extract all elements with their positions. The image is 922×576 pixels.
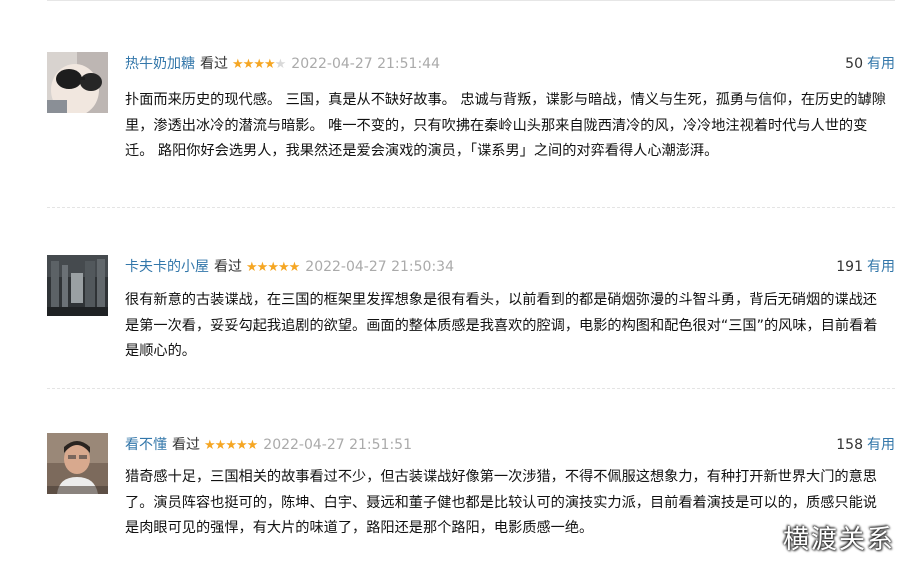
avatar-photo-sunglasses (47, 52, 108, 113)
vote-area: 50 有用 (845, 54, 895, 74)
star-filled-icon: ★ (267, 260, 279, 275)
star-filled-icon: ★ (256, 260, 269, 275)
vote-count: 158 (836, 437, 863, 453)
star-filled-icon: ★ (253, 57, 265, 72)
comment-text: 猎奇感十足，三国相关的故事看过不少，但古装谍战好像第一次涉猎，不得不佩服这想象力… (125, 469, 877, 536)
avatar[interactable] (47, 52, 108, 113)
comment-time: 2022-04-27 21:51:51 (263, 437, 412, 453)
avatar-photo-library (47, 255, 108, 316)
comment-item: 卡夫卡的小屋 看过 ★★★★★ 2022-04-27 21:50:34 191 有用 很… (47, 255, 895, 395)
top-divider (47, 0, 895, 1)
vote-area: 158 有用 (836, 435, 895, 455)
vote-count: 50 (845, 56, 863, 72)
comment-text: 很有新意的古装谍战，在三国的框架里发挥想象是很有看头，以前看到的都是硝烟弥漫的斗… (125, 292, 878, 359)
rating-stars: ★★★★★ (232, 55, 287, 75)
avatar-photo-man (47, 433, 108, 494)
star-filled-icon: ★ (263, 57, 276, 72)
comment-meta: 热牛奶加糖 看过 ★★★★★ 2022-04-27 21:51:44 (125, 54, 440, 74)
star-filled-icon: ★ (246, 438, 259, 453)
comment-time: 2022-04-27 21:50:34 (305, 259, 454, 275)
comment-item: 看不懂 看过 ★★★★★ 2022-04-27 21:51:51 158 有用 猎奇感十… (47, 433, 895, 576)
vote-count: 191 (836, 259, 863, 275)
avatar[interactable] (47, 433, 108, 494)
comment-meta: 卡夫卡的小屋 看过 ★★★★★ 2022-04-27 21:50:34 (125, 257, 454, 277)
rating-stars: ★★★★★ (246, 258, 301, 278)
watch-status: 看过 (172, 437, 200, 453)
star-empty-icon: ★ (274, 57, 287, 72)
star-filled-icon: ★ (214, 438, 227, 453)
star-filled-icon: ★ (204, 438, 216, 453)
author-link[interactable]: 卡夫卡的小屋 (125, 259, 209, 275)
useful-vote-button[interactable]: 有用 (867, 437, 895, 453)
vote-area: 191 有用 (836, 257, 895, 277)
useful-vote-button[interactable]: 有用 (867, 56, 895, 72)
author-link[interactable]: 热牛奶加糖 (125, 56, 195, 72)
avatar[interactable] (47, 255, 108, 316)
star-filled-icon: ★ (277, 260, 290, 275)
comment-time: 2022-04-27 21:51:44 (291, 56, 440, 72)
watch-status: 看过 (214, 259, 242, 275)
comment-meta: 看不懂 看过 ★★★★★ 2022-04-27 21:51:51 (125, 435, 412, 455)
comment-text: 扑面而来历史的现代感。 三国，真是从不缺好故事。 忠诚与背叛，谍影与暗战，情义与… (125, 92, 886, 159)
star-filled-icon: ★ (232, 57, 244, 72)
useful-vote-button[interactable]: 有用 (867, 259, 895, 275)
watermark: 横渡关系 (783, 525, 896, 555)
star-filled-icon: ★ (288, 260, 301, 275)
author-link[interactable]: 看不懂 (125, 437, 167, 453)
comment-item: 热牛奶加糖 看过 ★★★★★ 2022-04-27 21:51:44 50 有用 扑面而… (47, 52, 895, 212)
star-filled-icon: ★ (225, 438, 237, 453)
comment-divider (47, 207, 895, 208)
rating-stars: ★★★★★ (204, 436, 259, 456)
comment-divider (47, 388, 895, 389)
star-filled-icon: ★ (242, 57, 255, 72)
star-filled-icon: ★ (246, 260, 258, 275)
watch-status: 看过 (200, 56, 228, 72)
star-filled-icon: ★ (235, 438, 248, 453)
